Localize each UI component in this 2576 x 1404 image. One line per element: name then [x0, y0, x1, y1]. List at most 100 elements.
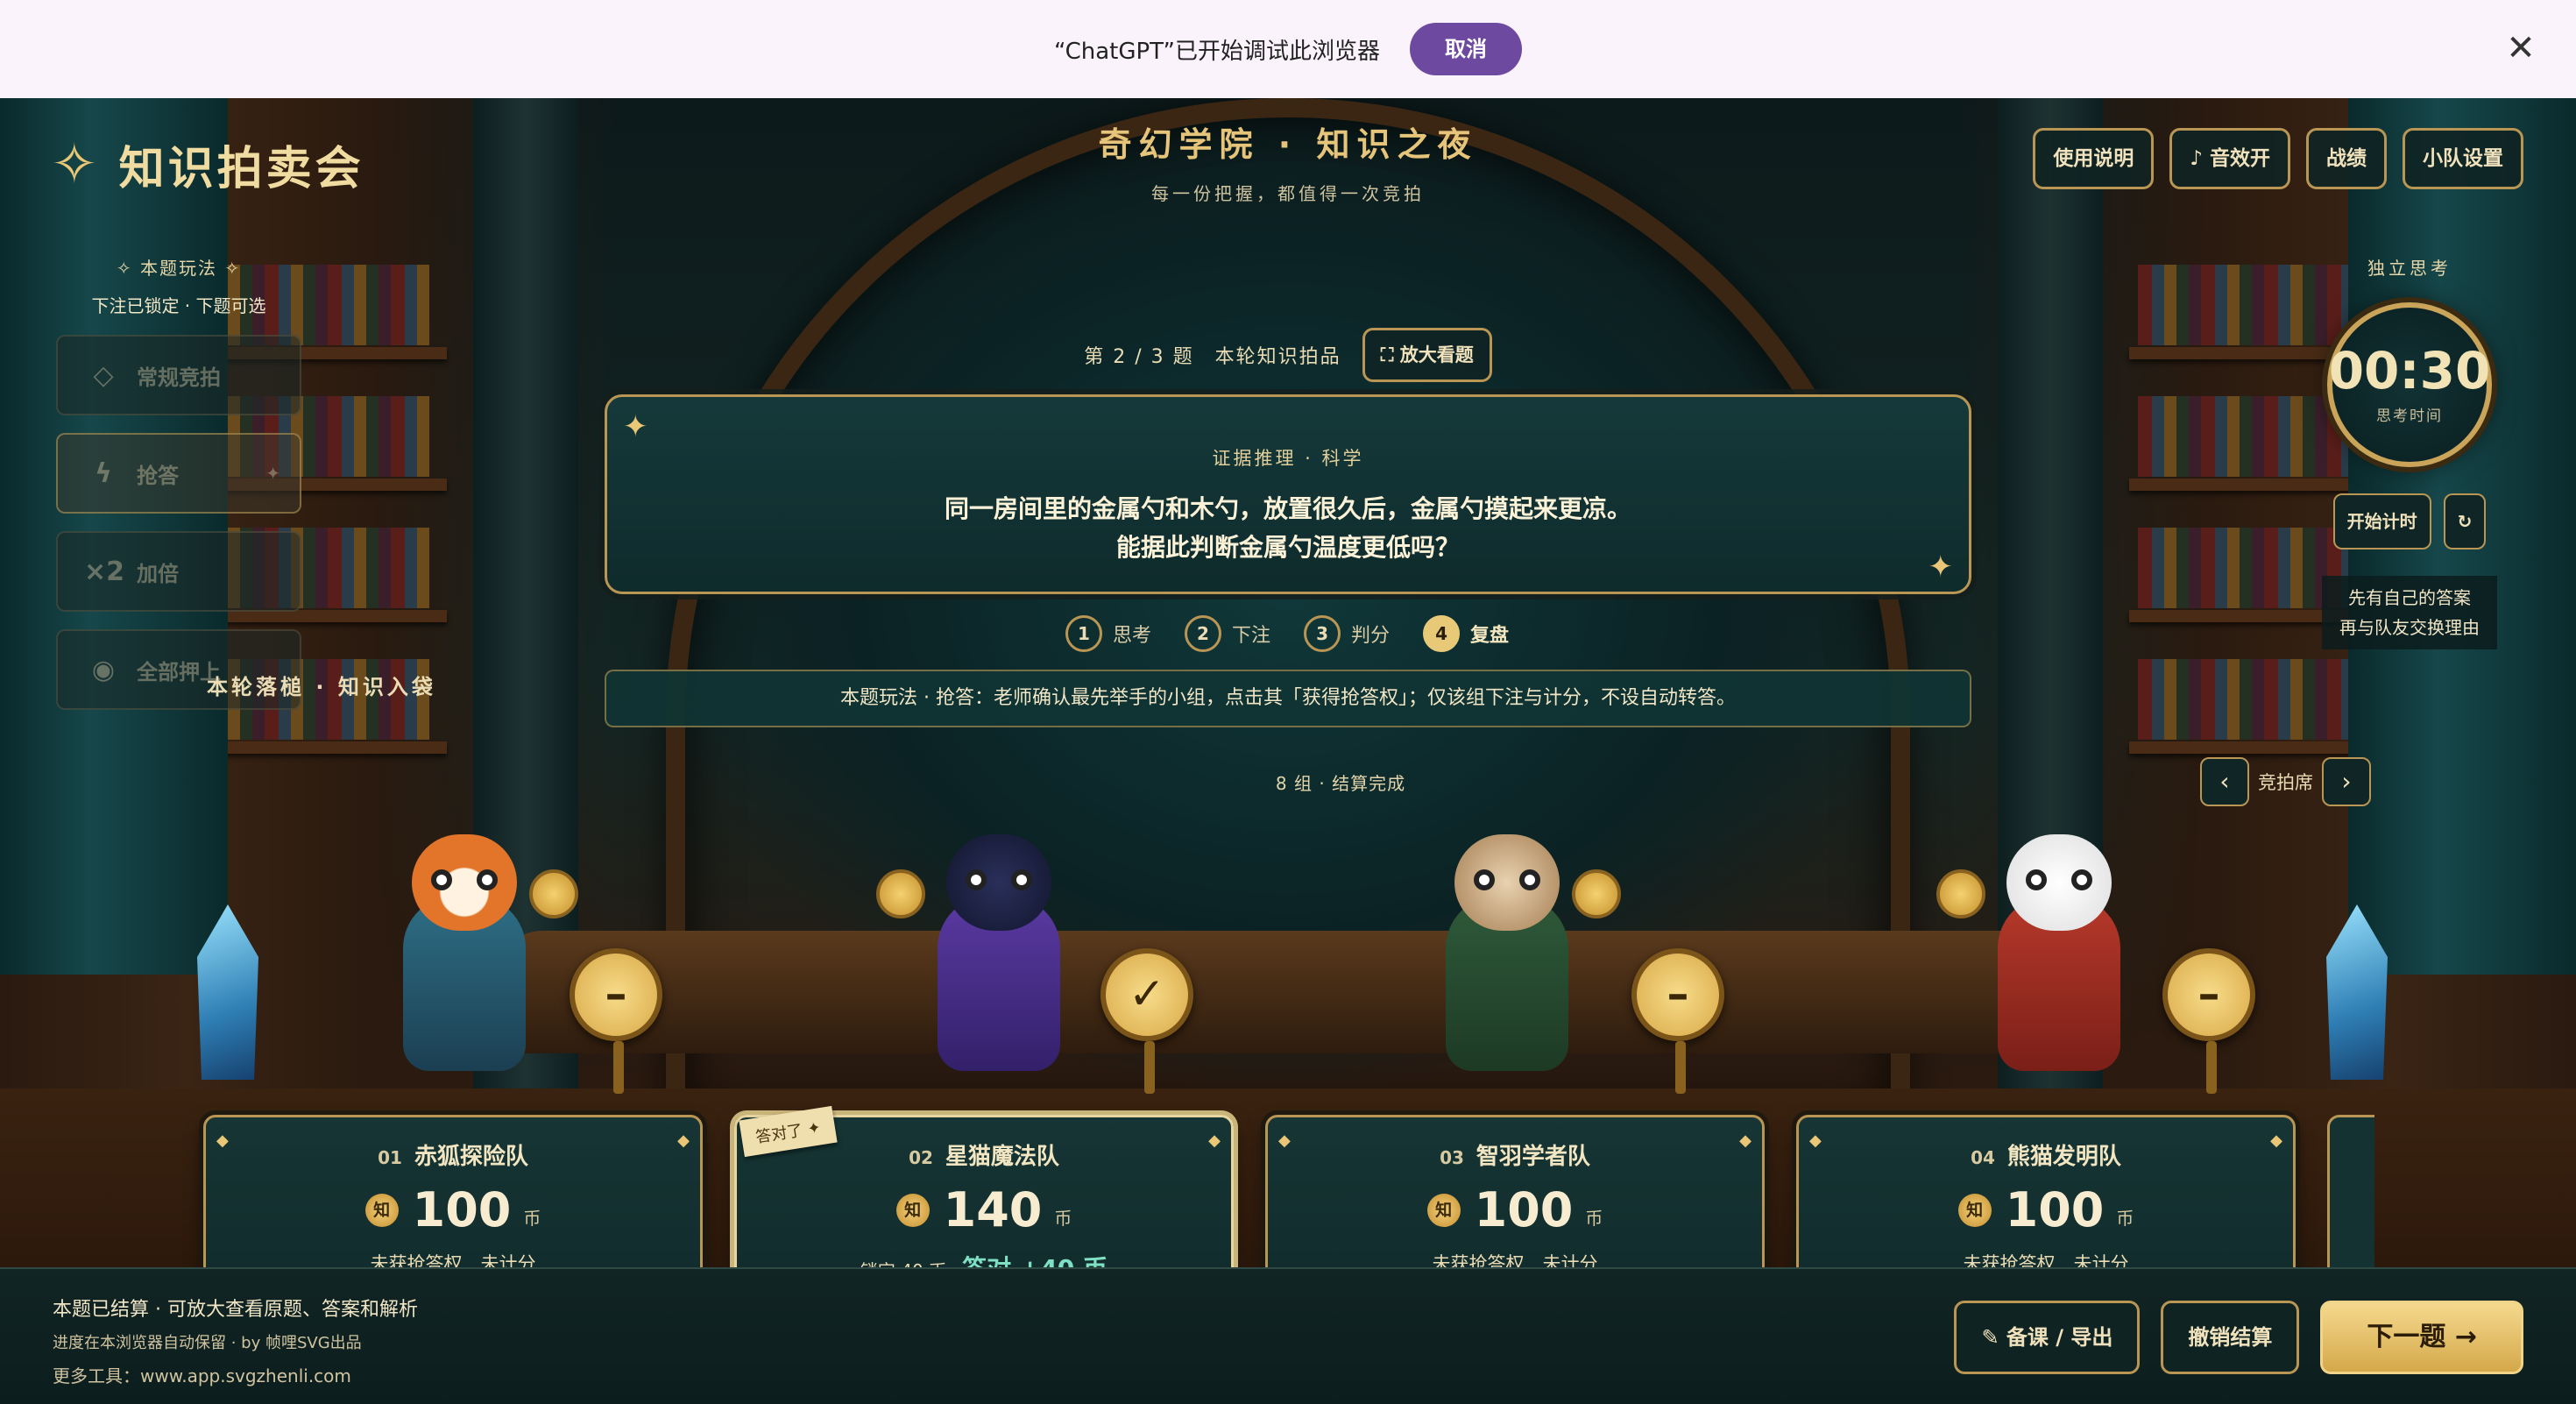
close-icon[interactable]: ✕	[2501, 28, 2541, 68]
panda-inventor-character	[1936, 817, 2155, 1097]
footer-bar: 本题已结算 · 可放大查看原题、答案和解析 进度在本浏览器自动保留 · by 帧…	[0, 1267, 2576, 1404]
group-status: 8 组 · 结算完成	[1275, 773, 1406, 794]
team-number: 04	[1971, 1147, 1995, 1168]
score-unit: 币	[2116, 1207, 2134, 1229]
bid-fan	[1572, 869, 1621, 918]
export-button[interactable]: ✎ 备课 / 导出	[1954, 1301, 2141, 1374]
record-button[interactable]: 战绩	[2306, 128, 2387, 189]
score-value: 100	[2005, 1182, 2105, 1237]
settled-status: 本题已结算 · 可放大查看原题、答案和解析	[53, 1299, 418, 1321]
diamond-icon: ◆	[1278, 1131, 1291, 1150]
question-line-1: 同一房间里的金属勺和木勺，放置很久后，金属勺摸起来更凉。	[944, 494, 1631, 523]
fox-head	[412, 834, 517, 931]
lightning-icon: ϟ	[95, 457, 112, 489]
step-number: 2	[1185, 615, 1222, 652]
eye	[2071, 869, 2092, 890]
footer-actions: ✎ 备课 / 导出 撤销结算 下一题 →	[1954, 1301, 2523, 1374]
bid-paddle-check-icon: ✓	[1100, 948, 1193, 1094]
seat-label: 竞拍席	[2258, 772, 2313, 793]
double-icon: ×2	[84, 556, 125, 587]
score-value: 100	[1474, 1182, 1574, 1237]
team-name-text: 星猫魔法队	[945, 1144, 1059, 1170]
mode-double[interactable]: ×2 加倍	[56, 531, 301, 612]
team-score: 知 100 币	[206, 1183, 700, 1237]
team-number: 03	[1440, 1147, 1464, 1168]
diamond-icon: ◆	[1208, 1131, 1221, 1150]
zoom-question-button[interactable]: ⛶ 放大看题	[1362, 328, 1492, 382]
diamond-icon: ◆	[216, 1131, 229, 1150]
cat-wizard-character	[876, 817, 1095, 1097]
step-judge[interactable]: 3 判分	[1304, 615, 1390, 652]
mode-panel: ✧ 本题玩法 ✧ 下注已锁定 · 下题可选 ◇ 常规竞拍 ϟ 抢答 ✦ ×2 加…	[56, 254, 301, 710]
timer-panel: 独立思考 00:30 思考时间 开始计时 ↻ 先有自己的答案 再与队友交换理由	[2322, 254, 2497, 649]
cancel-button[interactable]: 取消	[1409, 23, 1522, 75]
knowledge-coin-icon: 知	[895, 1194, 930, 1227]
step-number: 4	[1423, 615, 1461, 652]
countdown-timer: 00:30 思考时间	[2327, 302, 2492, 467]
seat-navigator: ‹ 竞拍席 ›	[2200, 757, 2371, 806]
score-unit: 币	[1054, 1207, 1072, 1229]
autosave-note: 进度在本浏览器自动保留 · by 帧哩SVG出品	[53, 1334, 362, 1352]
team-name-text: 智羽学者队	[1476, 1144, 1590, 1170]
sparkle-icon: ✦	[265, 463, 280, 484]
app-logo: ✧ 知识拍卖会	[51, 131, 364, 197]
score-unit: 币	[523, 1207, 541, 1229]
mode-buzz-in[interactable]: ϟ 抢答 ✦	[56, 433, 301, 514]
undo-settle-button[interactable]: 撤销结算	[2161, 1301, 2300, 1374]
question-progress: 第 2 / 3 题	[1084, 346, 1194, 368]
diamond-icon: ◆	[677, 1131, 690, 1150]
start-timer-button[interactable]: 开始计时	[2332, 493, 2431, 550]
mode-normal-bid[interactable]: ◇ 常规竞拍	[56, 335, 301, 415]
knowledge-coin-icon: 知	[1957, 1194, 1992, 1227]
mode-panel-heading: ✧ 本题玩法 ✧	[116, 258, 242, 279]
event-subtitle: 每一份把握，都值得一次竞拍	[1151, 183, 1425, 204]
chevron-right-icon[interactable]: ›	[2322, 757, 2371, 806]
fox-character	[368, 817, 578, 1097]
timer-caption: 思考时间	[2376, 407, 2443, 425]
question-tag: 证据推理 · 科学	[1212, 448, 1364, 469]
question-line-2: 能据此判断金属勺温度更低吗？	[1115, 533, 1460, 562]
question-meta: 第 2 / 3 题 本轮知识拍品 ⛶ 放大看题	[1025, 328, 1551, 382]
step-label: 下注	[1232, 625, 1271, 647]
sound-toggle-button[interactable]: ♪ 音效开	[2169, 128, 2290, 189]
logo-text: 知识拍卖会	[118, 143, 364, 195]
tools-link[interactable]: 更多工具：www.app.svgzhenli.com	[53, 1362, 351, 1387]
eye	[1519, 869, 1540, 890]
step-bet[interactable]: 2 下注	[1185, 615, 1270, 652]
bid-paddle-dash-icon: –	[1631, 948, 1724, 1094]
eye	[966, 869, 987, 890]
step-number: 3	[1304, 615, 1341, 652]
team-number: 02	[909, 1147, 933, 1168]
event-title: 奇幻学院 · 知识之夜	[1098, 125, 1478, 164]
team-score: 知 100 币	[1268, 1183, 1762, 1237]
help-button[interactable]: 使用说明	[2033, 128, 2155, 189]
stage-rail	[491, 931, 2085, 1053]
event-title-block: 奇幻学院 · 知识之夜 每一份把握，都值得一次竞拍	[1025, 117, 1551, 205]
score-unit: 币	[1585, 1207, 1603, 1229]
owl-scholar-character	[1411, 817, 1621, 1097]
diamond-icon: ◆	[1739, 1131, 1752, 1150]
target-icon: ◉	[91, 654, 116, 685]
diamond-icon: ◇	[93, 359, 114, 391]
next-question-button[interactable]: 下一题 →	[2320, 1301, 2523, 1374]
step-think[interactable]: 1 思考	[1065, 615, 1151, 652]
step-review[interactable]: 4 复盘	[1423, 615, 1509, 652]
step-label: 判分	[1351, 625, 1391, 647]
eye	[477, 869, 498, 890]
rule-bar: 本题玩法 · 抢答：老师确认最先举手的小组，点击其「获得抢答权」；仅该组下注与计…	[605, 670, 1971, 727]
team-score: 知 100 币	[1799, 1183, 2293, 1237]
eye	[431, 869, 452, 890]
score-value: 140	[943, 1182, 1043, 1237]
team-name: 01 赤狐探险队	[206, 1138, 700, 1171]
knowledge-coin-icon: 知	[1426, 1194, 1461, 1227]
reset-icon[interactable]: ↻	[2443, 493, 2487, 550]
owl-head	[1454, 834, 1560, 931]
mode-label: 加倍	[137, 561, 179, 586]
chevron-left-icon[interactable]: ‹	[2200, 757, 2249, 806]
knowledge-coin-icon: 知	[364, 1194, 399, 1227]
team-settings-button[interactable]: 小队设置	[2403, 128, 2523, 189]
auction-stage: ✧ 知识拍卖会 奇幻学院 · 知识之夜 每一份把握，都值得一次竞拍 使用说明 ♪…	[0, 98, 2576, 1404]
round-drop-caption: 本轮落槌 · 知识入袋	[207, 675, 436, 699]
books-row	[2138, 659, 2366, 740]
panda-head	[2006, 834, 2112, 931]
